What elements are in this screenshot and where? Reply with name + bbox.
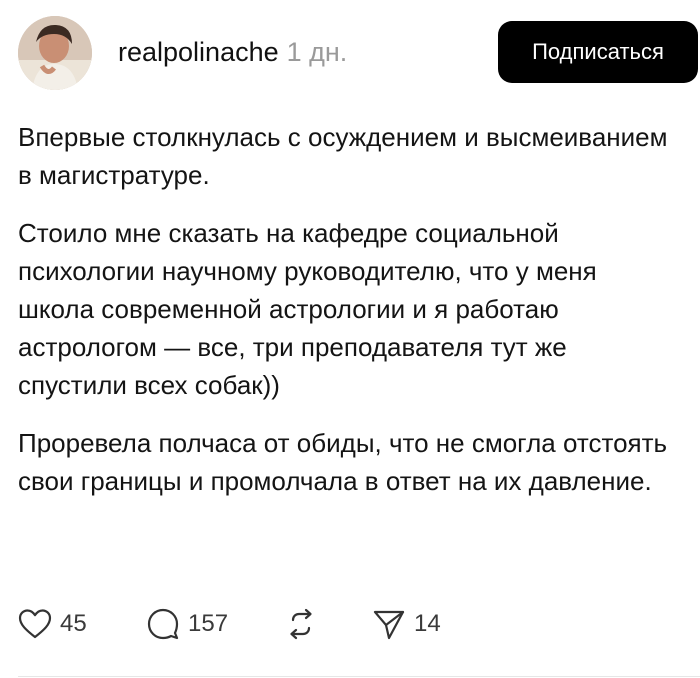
comment-button[interactable]: 157 — [146, 604, 228, 644]
username[interactable]: realpolinache — [118, 37, 279, 67]
subscribe-button[interactable]: Подписаться — [498, 21, 698, 83]
like-button[interactable]: 45 — [18, 604, 87, 644]
avatar-image — [18, 16, 92, 90]
post-paragraph-2: Стоило мне сказать на кафедре социальной… — [18, 218, 597, 400]
repost-icon — [284, 607, 318, 641]
like-count: 45 — [60, 610, 87, 637]
send-icon — [372, 607, 406, 641]
author-line: realpolinache 1 дн. — [118, 36, 347, 68]
share-count: 14 — [414, 610, 441, 637]
post-body: Впервые столкнулась с осуждением и высме… — [18, 118, 678, 520]
comment-bubble-icon — [146, 607, 180, 641]
share-button[interactable]: 14 — [372, 604, 441, 644]
post-paragraph-3: Проревела полчаса от обиды, что не смогл… — [18, 428, 668, 496]
heart-icon — [18, 608, 52, 640]
thread-post: realpolinache 1 дн. Подписаться Впервые с… — [0, 0, 700, 678]
post-divider — [18, 676, 700, 677]
post-paragraph-1: Впервые столкнулась с осуждением и высме… — [18, 122, 668, 190]
repost-button[interactable] — [284, 604, 318, 644]
comment-count: 157 — [188, 610, 229, 637]
post-header: realpolinache 1 дн. Подписаться — [18, 14, 698, 90]
post-time: 1 дн. — [286, 37, 348, 67]
avatar[interactable] — [18, 16, 92, 90]
post-actions: 45 157 14 — [18, 604, 678, 644]
